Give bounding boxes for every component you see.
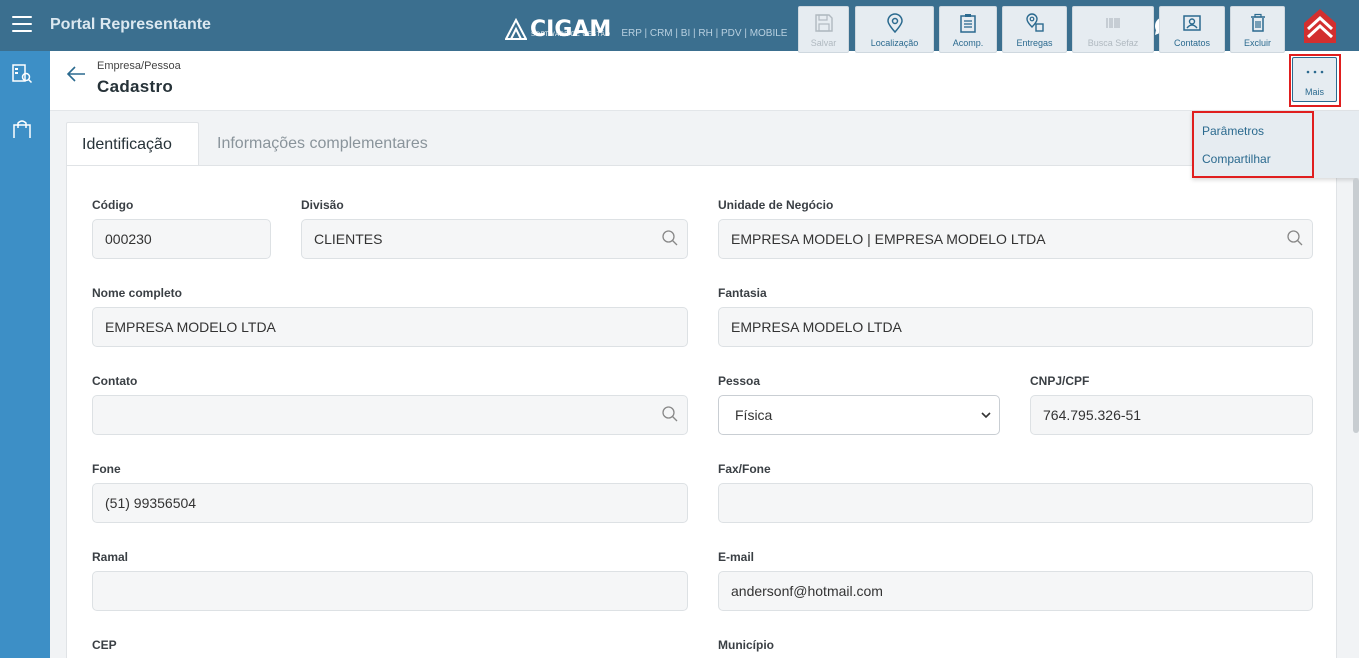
cnpj-field[interactable]: 764.795.326-51 — [1030, 395, 1313, 435]
municipio-label: Município — [718, 638, 774, 652]
search-icon[interactable] — [1286, 229, 1304, 247]
breadcrumb[interactable]: Empresa/Pessoa — [97, 60, 181, 72]
contacts-button-label: Contatos — [1173, 38, 1211, 48]
contact-card-icon — [1183, 15, 1201, 31]
location-button-label: Localização — [870, 38, 919, 48]
deliveries-button[interactable]: Entregas — [1002, 6, 1067, 53]
map-pin-icon — [886, 13, 903, 33]
company-logo-icon[interactable] — [1302, 7, 1338, 45]
logo-subtitle: SOFTWARE DE GESTÃO — [531, 32, 611, 38]
delivery-pin-icon — [1025, 13, 1044, 32]
contato-field[interactable] — [92, 395, 688, 435]
contacts-search-icon[interactable] — [11, 63, 33, 85]
unidade-field[interactable]: EMPRESA MODELO | EMPRESA MODELO LTDA — [718, 219, 1313, 259]
divisao-field[interactable]: CLIENTES — [301, 219, 688, 259]
ramal-label: Ramal — [92, 550, 129, 564]
search-icon[interactable] — [661, 229, 679, 247]
pessoa-value: Física — [735, 407, 773, 423]
follow-up-button[interactable]: Acomp. — [939, 6, 997, 53]
contacts-button[interactable]: Contatos — [1159, 6, 1225, 53]
delete-button-label: Excluir — [1243, 38, 1271, 48]
unidade-label: Unidade de Negócio — [718, 198, 834, 212]
floppy-disk-icon — [814, 14, 833, 32]
save-button-label: Salvar — [810, 38, 837, 48]
save-button[interactable]: Salvar — [798, 6, 849, 53]
fax-label: Fax/Fone — [718, 462, 771, 476]
logo-modules: ERP | CRM | BI | RH | PDV | MOBILE — [621, 28, 788, 39]
fone-label: Fone — [92, 462, 121, 476]
chevron-down-icon — [981, 412, 991, 419]
fantasia-label: Fantasia — [718, 286, 767, 300]
pessoa-select[interactable]: Física — [718, 395, 1000, 435]
search-icon[interactable] — [661, 405, 679, 423]
sefaz-search-button-label: Busca Sefaz — [1087, 38, 1139, 48]
menu-icon[interactable] — [12, 16, 32, 34]
location-button[interactable]: Localização — [855, 6, 934, 53]
unidade-value: EMPRESA MODELO | EMPRESA MODELO LTDA — [731, 231, 1046, 247]
ramal-field[interactable] — [92, 571, 688, 611]
more-button-highlight — [1289, 54, 1341, 107]
fone-field[interactable]: (51) 99356504 — [92, 483, 688, 523]
page-title: Cadastro — [97, 77, 174, 96]
dropdown-highlight — [1192, 111, 1314, 178]
delete-button[interactable]: Excluir — [1230, 6, 1285, 53]
nome-field[interactable]: EMPRESA MODELO LTDA — [92, 307, 688, 347]
scrollbar[interactable] — [1353, 178, 1359, 433]
barcode-icon — [1106, 18, 1120, 28]
clipboard-list-icon — [960, 14, 976, 33]
pessoa-label: Pessoa — [718, 374, 761, 388]
divisao-value: CLIENTES — [314, 231, 383, 247]
fax-field[interactable] — [718, 483, 1313, 523]
shopping-bag-icon[interactable] — [11, 118, 33, 140]
top-bar: Portal Representante CIGAM SOFTWARE DE G… — [0, 0, 1359, 51]
email-label: E-mail — [718, 550, 755, 564]
codigo-label: Código — [92, 198, 134, 212]
cigam-logo-icon — [505, 18, 527, 40]
cnpj-label: CNPJ/CPF — [1030, 374, 1090, 388]
trash-icon — [1250, 13, 1265, 32]
deliveries-button-label: Entregas — [1016, 38, 1053, 48]
fantasia-field[interactable]: EMPRESA MODELO LTDA — [718, 307, 1313, 347]
nome-label: Nome completo — [92, 286, 183, 300]
follow-up-button-label: Acomp. — [952, 38, 984, 48]
sefaz-search-button[interactable]: Busca Sefaz — [1072, 6, 1154, 53]
email-field[interactable]: andersonf@hotmail.com — [718, 571, 1313, 611]
portal-title: Portal Representante — [50, 16, 211, 33]
divisao-label: Divisão — [301, 198, 344, 212]
tab-informacoes-complementares[interactable]: Informações complementares — [202, 122, 443, 166]
cep-label: CEP — [92, 638, 117, 652]
form-panel: Código 000230 Divisão CLIENTES Unidade d… — [66, 166, 1337, 658]
sidebar — [0, 51, 50, 658]
cigam-logo: CIGAM SOFTWARE DE GESTÃO ERP | CRM | BI … — [505, 12, 788, 41]
page-header: Empresa/Pessoa Cadastro — [50, 51, 1359, 111]
back-arrow-icon[interactable] — [66, 65, 86, 83]
tab-identificacao[interactable]: Identificação — [66, 122, 199, 166]
contato-label: Contato — [92, 374, 138, 388]
codigo-field[interactable]: 000230 — [92, 219, 271, 259]
